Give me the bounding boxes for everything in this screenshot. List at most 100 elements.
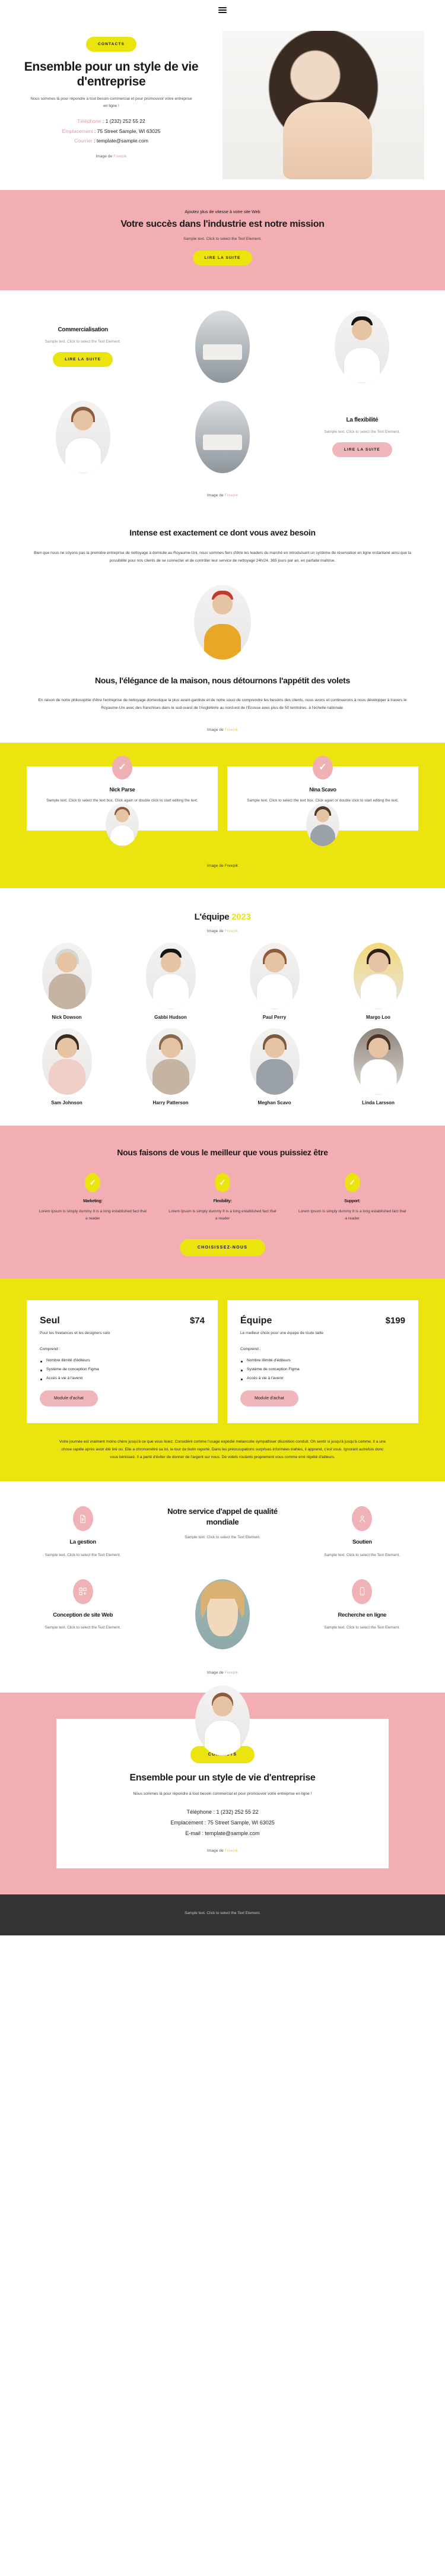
service-image-man-laptop xyxy=(55,401,110,474)
contact-title: Ensemble pour un style de vie d'entrepri… xyxy=(129,1772,316,1783)
hero-contact-info: Téléphone : 1 (232) 252 55 22 Emplacemen… xyxy=(20,116,202,146)
contact-email: E-mail : template@sample.com xyxy=(185,1830,260,1837)
team-member-name: Gabbi Hudson xyxy=(154,1015,187,1021)
mission-title: Votre succès dans l'industrie est notre … xyxy=(120,219,325,229)
icon-services-mid-body: Sample text. Click to select the Text El… xyxy=(185,1535,260,1539)
icon-service-gestion: La gestion Sample text. Click to select … xyxy=(18,1506,148,1558)
services-row-1: Commercialisation Sample text. Click to … xyxy=(18,310,427,384)
icon-services-section: La gestion Sample text. Click to select … xyxy=(0,1481,445,1692)
plan-feature: Nombre illimité d'éditeurs xyxy=(240,1356,405,1365)
service-title: La flexibilité xyxy=(346,417,379,424)
choose-us-button[interactable]: CHOISISSEZ-NOUS xyxy=(179,1238,266,1256)
hero-image-credit: Image de Freepik xyxy=(20,154,202,159)
contact-location: Emplacement : 75 Street Sample, WI 63025 xyxy=(170,1819,275,1826)
avatar xyxy=(42,1028,92,1095)
hero-location-row: Emplacement : 75 Street Sample, WI 63025 xyxy=(20,126,202,137)
services-section: Commercialisation Sample text. Click to … xyxy=(0,290,445,503)
team-member[interactable]: Margo Loo xyxy=(329,943,427,1020)
icon-services-mid-title: Notre service d'appel de qualité mondial… xyxy=(167,1507,278,1526)
mission-read-more-button[interactable]: LIRE LA SUITE xyxy=(192,251,253,266)
document-icon xyxy=(72,1506,93,1532)
plan-feature: Nombre illimité d'éditeurs xyxy=(40,1356,205,1365)
best-title: Nous faisons de vous le meilleur que vou… xyxy=(117,1148,328,1158)
icon-service-webdesign: Conception de site Web Sample text. Clic… xyxy=(18,1579,148,1631)
credit-prefix: Image de xyxy=(206,929,224,934)
credit-link[interactable]: Freepik xyxy=(225,864,238,868)
pricing-card-seul: Seul $74 Pour les freelances et les desi… xyxy=(27,1300,218,1423)
check-icon: ✓ xyxy=(214,1173,230,1193)
hero-phone-value: : 1 (232) 252 55 22 xyxy=(102,118,145,125)
contact-subtitle: Nous sommes là pour répondre à tout beso… xyxy=(133,1792,312,1796)
team-member[interactable]: Meghan Scavo xyxy=(225,1028,323,1105)
credit-prefix: Image de xyxy=(96,154,113,159)
contact-section: CONTACTS Ensemble pour un style de vie d… xyxy=(0,1685,445,1894)
plan-price: $199 xyxy=(385,1315,405,1326)
testimonial-avatar xyxy=(106,803,139,847)
testimonial-card: ✓ Nina Scavo Sample text. Click to selec… xyxy=(227,755,418,847)
credit-prefix: Image de xyxy=(206,864,224,869)
service-image-meeting-notes xyxy=(195,310,250,384)
credit-link[interactable]: Freepik xyxy=(225,1671,238,1675)
icon-service-body: Sample text. Click to select the Text El… xyxy=(44,1552,121,1557)
credit-link[interactable]: Freepik xyxy=(225,929,238,933)
feature-title: Support: xyxy=(344,1199,361,1204)
team-member-name: Sam Johnson xyxy=(51,1100,82,1106)
plan-name: Équipe xyxy=(240,1315,272,1326)
hamburger-menu-icon[interactable] xyxy=(218,6,227,14)
feature-body: Lorem Ipsum is simply dummy It is a long… xyxy=(169,1209,276,1221)
grid-plus-icon xyxy=(72,1579,93,1604)
credit-link[interactable]: Freepik xyxy=(225,1849,238,1853)
team-member-name: Nick Dowson xyxy=(52,1015,82,1021)
credit-prefix: Image de xyxy=(206,1670,224,1675)
testimonial-avatar xyxy=(306,803,339,847)
team-member-name: Paul Perry xyxy=(262,1015,287,1021)
icon-service-body: Sample text. Click to select the Text El… xyxy=(44,1625,121,1630)
team-title: L'équipe 2023 xyxy=(18,912,427,922)
icon-service-title: Recherche en ligne xyxy=(338,1611,387,1618)
elegance-section: Nous, l'élégance de la maison, nous déto… xyxy=(0,580,445,743)
team-member[interactable]: Harry Patterson xyxy=(122,1028,220,1105)
service-read-more-button[interactable]: LIRE LA SUITE xyxy=(332,442,392,458)
elegance-portrait xyxy=(194,584,251,660)
mission-eyebrow: Ajoutez plus de vitesse à votre site Web xyxy=(185,209,260,214)
plan-feature: Accès à vie à l'avenir xyxy=(240,1374,405,1383)
hero-email-value: : template@sample.com xyxy=(94,138,148,144)
services-image-credit: Image de Freepik xyxy=(18,493,427,498)
feature-marketing: ✓ Marketing: Lorem Ipsum is simply dummy… xyxy=(33,1173,153,1222)
hero-location-value: : 75 Street Sample, WI 63025 xyxy=(94,128,161,134)
intense-title: Intense est exactement ce dont vous avez… xyxy=(129,528,316,538)
team-member[interactable]: Sam Johnson xyxy=(18,1028,116,1105)
hero-section: CONTACTS Ensemble pour un style de vie d… xyxy=(0,20,445,190)
team-title-year: 2023 xyxy=(231,912,251,923)
testimonial-cards: ✓ Nick Parse Sample text. Click to selec… xyxy=(27,755,418,847)
intense-section: Intense est exactement ce dont vous avez… xyxy=(0,503,445,580)
hero-photo xyxy=(223,31,424,179)
service-title: Commercialisation xyxy=(58,327,108,334)
plan-includes-label: Comprend : xyxy=(40,1346,61,1351)
mission-body: Sample text. Click to select the Text El… xyxy=(183,237,262,242)
pricing-card-equipe: Équipe $199 Le meilleur choix pour une é… xyxy=(227,1300,418,1423)
plan-feature: Système de conception Figma xyxy=(40,1365,205,1374)
plan-buy-button[interactable]: Module d'achat xyxy=(40,1390,98,1406)
hero-contacts-button[interactable]: CONTACTS xyxy=(86,37,136,52)
icon-service-recherche: Recherche en ligne Sample text. Click to… xyxy=(297,1579,427,1631)
icon-services-center-portrait xyxy=(157,1579,287,1649)
service-body: Sample text. Click to select the Text El… xyxy=(44,339,121,344)
team-member[interactable]: Gabbi Hudson xyxy=(122,943,220,1020)
team-member[interactable]: Nick Dowson xyxy=(18,943,116,1020)
team-member-name: Linda Larsson xyxy=(362,1100,395,1106)
feature-body: Lorem Ipsum is simply dummy It is a long… xyxy=(298,1209,406,1221)
service-image-team-meeting xyxy=(195,401,250,474)
icon-services-image-credit: Image de Freepik xyxy=(18,1671,427,1675)
plan-price: $74 xyxy=(189,1315,205,1326)
credit-prefix: Image de xyxy=(206,493,224,498)
credit-link[interactable]: Freepik xyxy=(225,493,238,498)
plan-buy-button[interactable]: Module d'achat xyxy=(240,1390,299,1406)
feature-support: ✓ Support: Lorem Ipsum is simply dummy I… xyxy=(292,1173,412,1222)
plan-name: Seul xyxy=(40,1315,60,1326)
service-read-more-button[interactable]: LIRE LA SUITE xyxy=(53,352,113,367)
team-member[interactable]: Linda Larsson xyxy=(329,1028,427,1105)
team-member[interactable]: Paul Perry xyxy=(225,943,323,1020)
credit-link[interactable]: Freepik xyxy=(225,728,238,732)
credit-link[interactable]: Freepik xyxy=(113,154,126,159)
